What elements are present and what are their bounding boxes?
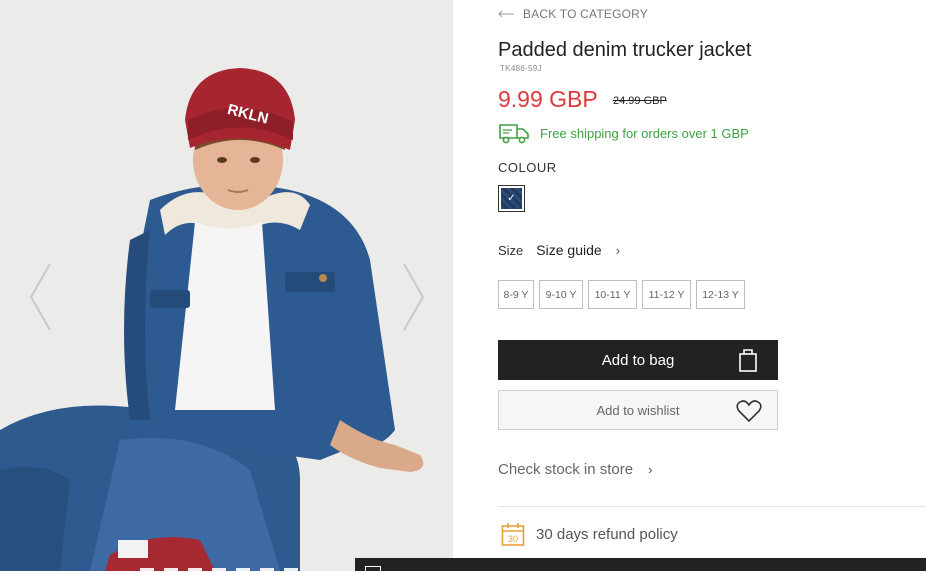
product-photo: RKLN	[0, 0, 453, 571]
size-option[interactable]: 9-10 Y	[539, 280, 583, 309]
colour-label: COLOUR	[498, 160, 557, 175]
chevron-right-icon: ›	[615, 242, 621, 258]
product-price: 9.99 GBP	[498, 86, 598, 112]
size-guide-link[interactable]: Size guide	[536, 242, 601, 258]
add-to-wishlist-label: Add to wishlist	[596, 402, 680, 418]
shopping-bag-icon	[739, 349, 757, 372]
add-to-bag-button[interactable]: Add to bag	[498, 340, 778, 380]
check-stock-link[interactable]: Check stock in store ›	[498, 461, 652, 478]
product-sku: TK486-59J	[500, 64, 542, 73]
add-to-wishlist-button[interactable]: Add to wishlist	[498, 390, 778, 430]
colour-swatch-denim[interactable]: ✓	[498, 185, 525, 212]
back-to-category-link[interactable]: BACK TO CATEGORY	[498, 7, 648, 21]
size-option[interactable]: 11-12 Y	[642, 280, 691, 309]
bottom-bar[interactable]	[355, 558, 926, 575]
chevron-left-icon	[29, 263, 51, 331]
arrow-left-icon	[498, 10, 514, 18]
add-to-bag-label: Add to bag	[601, 351, 675, 369]
check-stock-label: Check stock in store	[498, 461, 634, 478]
divider	[498, 506, 926, 507]
free-shipping-text: Free shipping for orders over 1 GBP	[540, 125, 749, 141]
calendar-number: 30	[508, 534, 518, 544]
size-options: 8-9 Y 9-10 Y 10-11 Y 11-12 Y 12-13 Y	[498, 280, 745, 309]
size-option[interactable]: 10-11 Y	[588, 280, 637, 309]
refund-policy-text: 30 days refund policy	[536, 525, 678, 543]
product-title: Padded denim trucker jacket	[498, 39, 752, 61]
free-shipping-note: Free shipping for orders over 1 GBP	[498, 122, 749, 144]
product-old-price: 24.99 GBP	[613, 95, 667, 107]
chevron-right-icon: ›	[648, 462, 653, 477]
gallery-next-arrow[interactable]	[400, 262, 426, 332]
chevron-right-icon	[403, 263, 425, 331]
size-option[interactable]: 8-9 Y	[498, 280, 534, 309]
refund-policy: 30 30 days refund policy	[501, 522, 678, 546]
heart-icon	[736, 400, 762, 423]
calendar-icon: 30	[501, 523, 525, 546]
selected-check-icon: ✓	[501, 188, 522, 209]
product-image-gallery: RKLN	[0, 0, 453, 571]
size-option[interactable]: 12-13 Y	[696, 280, 745, 309]
back-to-category-label: BACK TO CATEGORY	[523, 7, 649, 21]
size-label: Size	[498, 242, 524, 258]
gallery-prev-arrow[interactable]	[28, 262, 54, 332]
size-row: Size Size guide ›	[498, 242, 620, 258]
truck-icon	[499, 124, 529, 144]
